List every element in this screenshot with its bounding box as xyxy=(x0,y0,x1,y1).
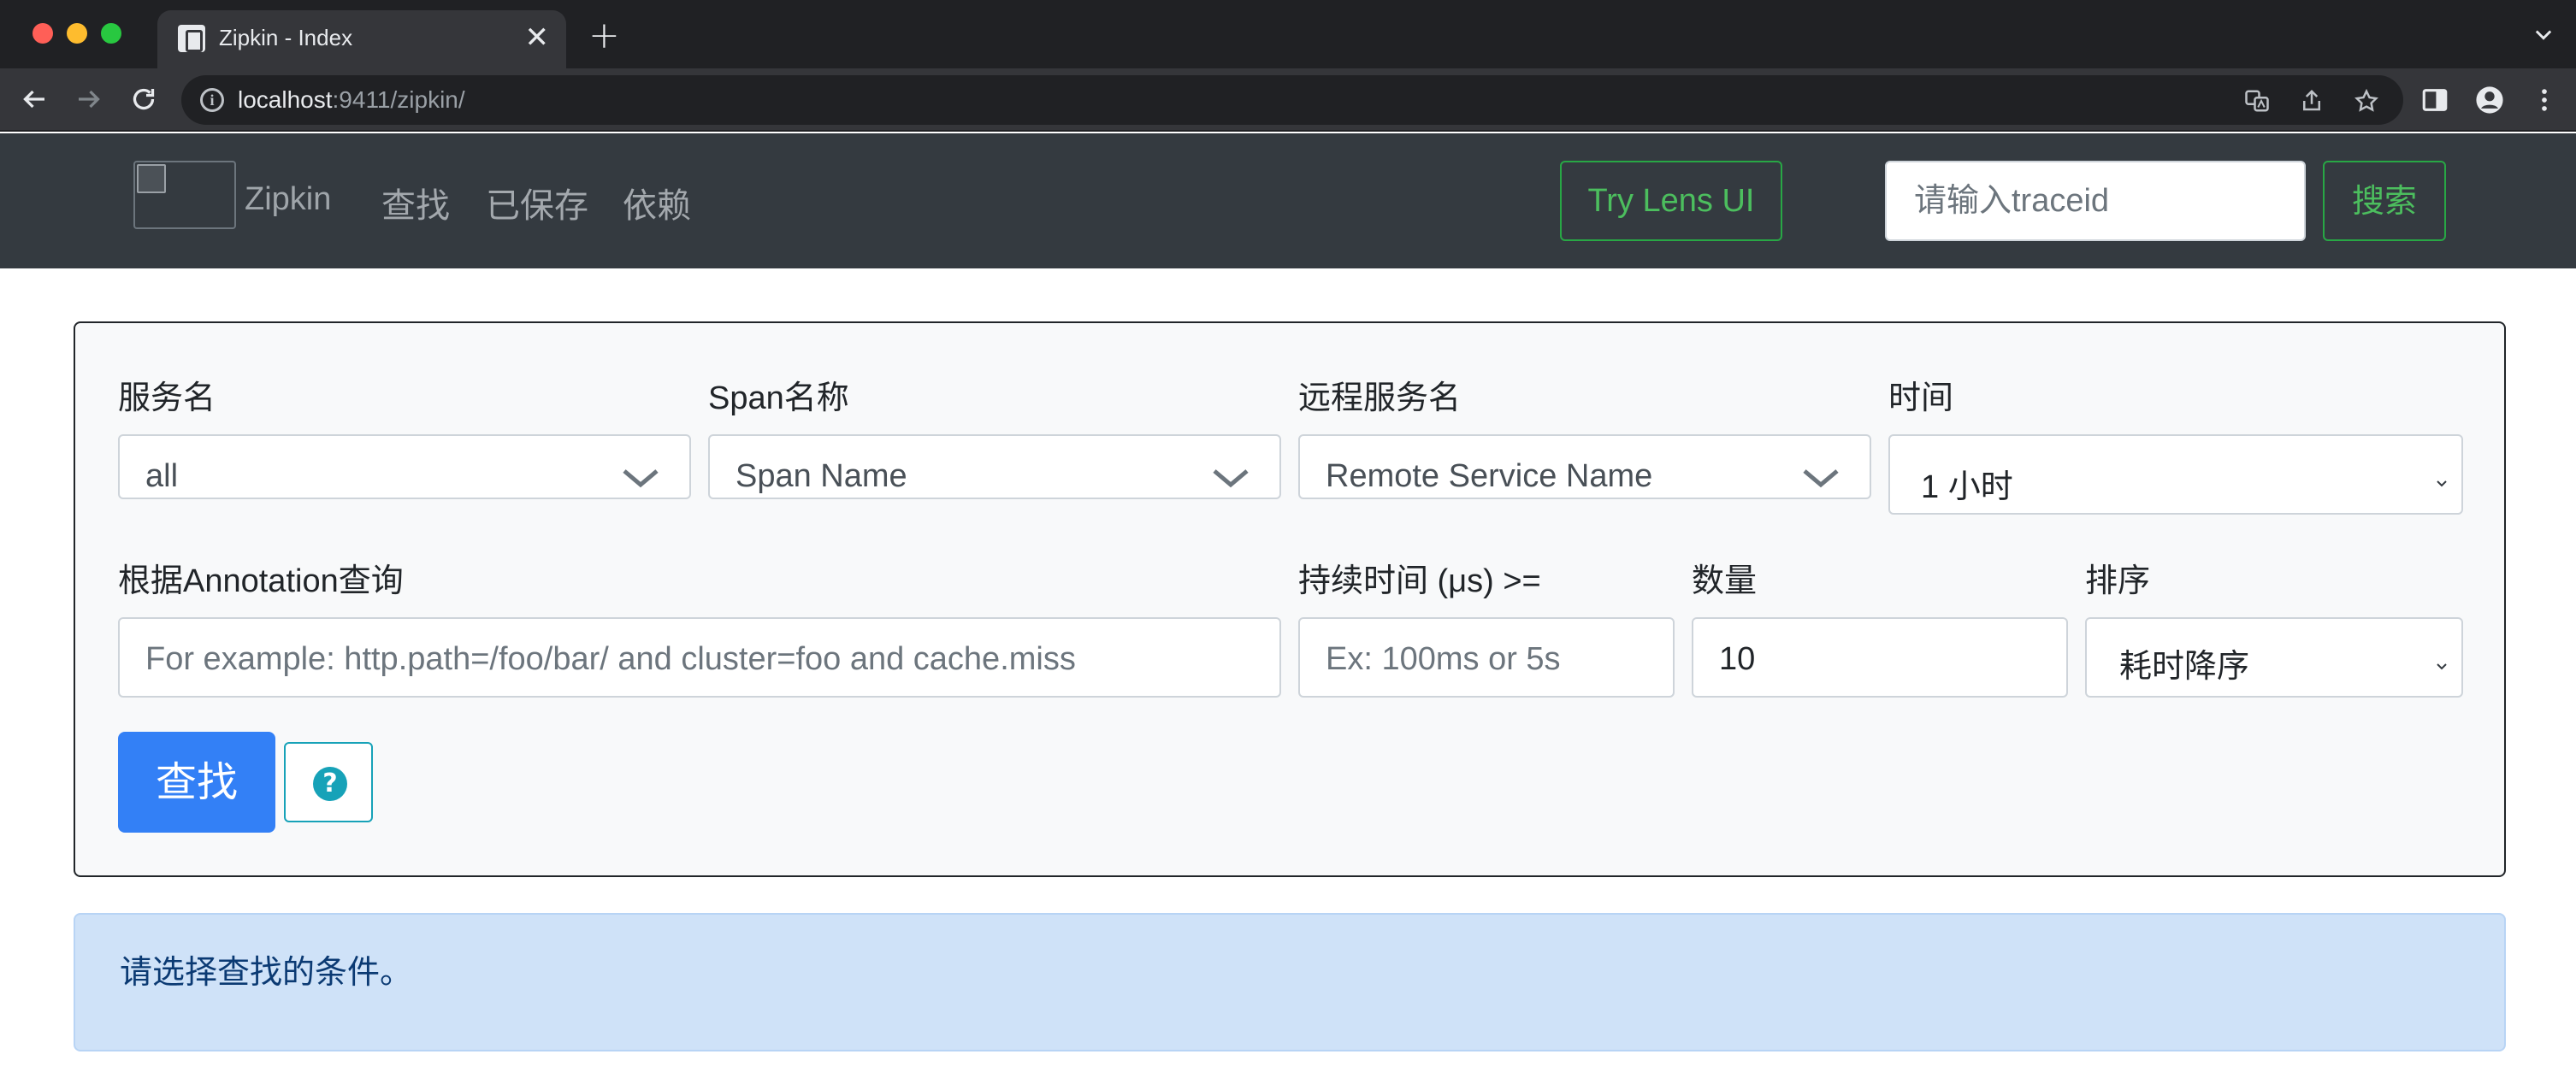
tab-title: Zipkin - Index xyxy=(219,25,353,50)
select-caret-icon xyxy=(2432,648,2451,670)
alert-message: 请选择查找的条件。 xyxy=(120,953,413,991)
tab-close-icon[interactable]: ✕ xyxy=(525,21,550,55)
profile-avatar-icon[interactable] xyxy=(2475,85,2504,115)
zipkin-navbar: Zipkin 查找 已保存 依赖 Try Lens UI 请输入traceid … xyxy=(0,133,2576,268)
browser-menu-kebab-icon[interactable] xyxy=(2530,85,2559,115)
traceid-input[interactable]: 请输入traceid xyxy=(1885,161,2306,241)
duration-label: 持续时间 (μs) >= xyxy=(1298,563,1541,599)
zipkin-logo-broken-image[interactable] xyxy=(133,161,236,229)
span-name-label: Span名称 xyxy=(708,380,849,416)
help-button[interactable]: ? xyxy=(284,742,373,822)
window-zoom-button[interactable] xyxy=(101,23,121,44)
chevron-down-icon[interactable] xyxy=(1801,462,1840,488)
nav-link-find[interactable]: 查找 xyxy=(381,178,450,227)
back-arrow-icon[interactable] xyxy=(19,84,50,115)
limit-input[interactable]: 10 xyxy=(1692,617,2068,698)
zipkin-favicon-icon xyxy=(178,25,205,52)
try-lens-ui-button[interactable]: Try Lens UI xyxy=(1560,161,1782,241)
search-panel: 服务名 Span名称 远程服务名 时间 all Span Name Remote… xyxy=(74,321,2506,877)
question-circle-icon: ? xyxy=(313,767,347,801)
url-text: localhost:9411/zipkin/ xyxy=(238,86,465,113)
duration-input[interactable]: Ex: 100ms or 5s xyxy=(1298,617,1675,698)
service-name-select[interactable]: all xyxy=(118,434,691,499)
find-button[interactable]: 查找 xyxy=(118,732,275,833)
side-panel-icon[interactable] xyxy=(2420,85,2449,115)
window-close-button[interactable] xyxy=(32,23,53,44)
remote-service-select[interactable]: Remote Service Name xyxy=(1298,434,1871,499)
chevron-down-icon[interactable] xyxy=(1211,462,1250,488)
nav-link-saved[interactable]: 已保存 xyxy=(486,178,588,227)
info-alert: 请选择查找的条件。 xyxy=(74,913,2506,1051)
reload-icon[interactable] xyxy=(128,84,159,115)
time-range-select[interactable]: 1 小时 xyxy=(1888,434,2463,515)
site-info-icon[interactable]: i xyxy=(200,88,224,112)
traceid-search-button[interactable]: 搜索 xyxy=(2323,161,2446,241)
span-name-select[interactable]: Span Name xyxy=(708,434,1281,499)
sort-order-select[interactable]: 耗时降序 xyxy=(2085,617,2463,698)
annotation-query-input[interactable]: For example: http.path=/foo/bar/ and clu… xyxy=(118,617,1281,698)
service-name-label: 服务名 xyxy=(118,380,216,416)
sort-label: 排序 xyxy=(2085,563,2151,599)
browser-tab-bar: Zipkin - Index ✕ + xyxy=(0,0,2576,68)
limit-label: 数量 xyxy=(1692,563,1758,599)
tab-search-chevron-icon[interactable] xyxy=(2532,22,2555,46)
navbar-brand[interactable]: Zipkin xyxy=(245,181,331,218)
share-icon[interactable] xyxy=(2299,88,2325,114)
chevron-down-icon[interactable] xyxy=(621,462,660,488)
browser-tab[interactable]: Zipkin - Index ✕ xyxy=(157,10,566,68)
new-tab-button[interactable]: + xyxy=(588,17,620,55)
time-label: 时间 xyxy=(1888,380,1954,416)
annotation-query-label: 根据Annotation查询 xyxy=(118,563,404,599)
browser-toolbar: i localhost:9411/zipkin/ xyxy=(0,68,2576,132)
nav-link-dependencies[interactable]: 依赖 xyxy=(623,178,691,227)
translate-icon[interactable] xyxy=(2244,88,2270,114)
remote-service-label: 远程服务名 xyxy=(1298,380,1462,416)
forward-arrow-icon[interactable] xyxy=(74,84,104,115)
bookmark-star-icon[interactable] xyxy=(2354,88,2379,114)
select-caret-icon xyxy=(2432,465,2451,487)
window-minimize-button[interactable] xyxy=(67,23,87,44)
address-bar[interactable]: i localhost:9411/zipkin/ xyxy=(181,75,2403,125)
